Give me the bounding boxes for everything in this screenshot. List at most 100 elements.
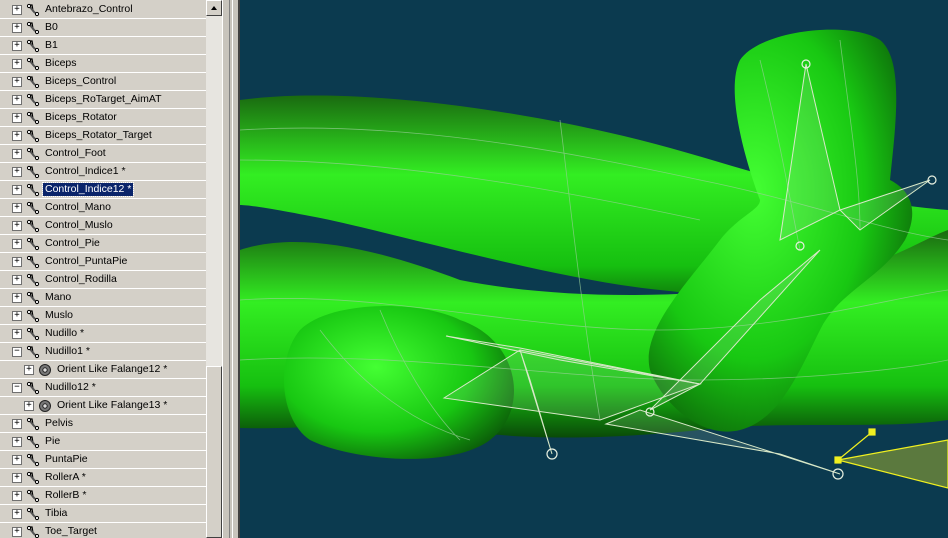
bone-node-icon	[26, 381, 40, 395]
tree-item[interactable]: + Pelvis	[0, 415, 206, 433]
tree-item[interactable]: + Control_Mano	[0, 199, 206, 217]
3d-viewport[interactable]	[240, 0, 948, 538]
bone-node-icon	[26, 219, 40, 233]
tree-item-label: Control_Rodilla	[45, 273, 117, 285]
expand-icon[interactable]: +	[12, 41, 22, 51]
expand-icon[interactable]: +	[12, 221, 22, 231]
expand-icon[interactable]: +	[12, 275, 22, 285]
tree-item[interactable]: + Mano	[0, 289, 206, 307]
bone-node-icon	[26, 3, 40, 17]
gear-icon	[39, 400, 51, 412]
expand-icon[interactable]: +	[12, 293, 22, 303]
expand-icon[interactable]: +	[12, 167, 22, 177]
tree-item[interactable]: + Control_Indice12 *	[0, 181, 206, 199]
tree-item[interactable]: + Orient Like Falange13 *	[0, 397, 206, 415]
bone-node-icon	[26, 147, 40, 161]
expand-icon[interactable]: +	[12, 311, 22, 321]
expand-icon[interactable]: +	[12, 257, 22, 267]
expand-icon[interactable]: +	[12, 185, 22, 195]
tree-item[interactable]: + Control_Pie	[0, 235, 206, 253]
tree-item[interactable]: + Biceps_RoTarget_AimAT	[0, 91, 206, 109]
bone-node-icon	[26, 453, 40, 467]
expand-icon[interactable]: +	[12, 5, 22, 15]
tree-item[interactable]: + Muslo	[0, 307, 206, 325]
collapse-icon[interactable]: −	[12, 383, 22, 393]
tree-item[interactable]: − Nudillo12 *	[0, 379, 206, 397]
collapse-icon[interactable]: −	[12, 347, 22, 357]
tree-item[interactable]: + RollerA *	[0, 469, 206, 487]
tree-item[interactable]: + Nudillo *	[0, 325, 206, 343]
tree-item[interactable]: + Orient Like Falange12 *	[0, 361, 206, 379]
expand-icon[interactable]: +	[12, 95, 22, 105]
bone-node-icon	[26, 255, 40, 269]
bone-node-icon	[26, 309, 40, 323]
expand-icon[interactable]: +	[12, 509, 22, 519]
panel-splitter[interactable]	[222, 0, 240, 538]
selected-bone	[834, 428, 948, 489]
tree-item[interactable]: − Nudillo1 *	[0, 343, 206, 361]
bone-node-icon	[26, 183, 40, 197]
expand-icon[interactable]: +	[12, 77, 22, 87]
tree-item[interactable]: + RollerB *	[0, 487, 206, 505]
tree-item[interactable]: + B0	[0, 19, 206, 37]
tree-item[interactable]: + Control_Foot	[0, 145, 206, 163]
expand-icon[interactable]: +	[12, 113, 22, 123]
tree-item-label: Control_PuntaPie	[45, 255, 128, 267]
bone-node-icon	[26, 291, 40, 305]
tree-item-label: B1	[45, 39, 58, 51]
expand-icon[interactable]: +	[12, 455, 22, 465]
tree-item[interactable]: + Antebrazo_Control	[0, 1, 206, 19]
tree-item[interactable]: + Control_Muslo	[0, 217, 206, 235]
expand-icon[interactable]: +	[12, 437, 22, 447]
tree-item[interactable]: + Biceps_Rotator	[0, 109, 206, 127]
tree-item[interactable]: + Toe_Target	[0, 523, 206, 538]
tree-item-label: Control_Indice1 *	[45, 165, 126, 177]
bone-node-icon	[26, 39, 40, 53]
tree-item-label: Biceps_Rotator_Target	[45, 129, 152, 141]
expand-icon[interactable]: +	[24, 401, 34, 411]
scroll-up-button[interactable]	[206, 0, 222, 16]
tree-item[interactable]: + Pie	[0, 433, 206, 451]
tree-item-label: Biceps_Rotator	[45, 111, 117, 123]
bone-node-icon	[26, 75, 40, 89]
expand-icon[interactable]: +	[24, 365, 34, 375]
bone-node-icon	[26, 417, 40, 431]
bone-node-icon	[26, 489, 40, 503]
tree-item[interactable]: + Biceps	[0, 55, 206, 73]
bone-node-icon	[26, 201, 40, 215]
expand-icon[interactable]: +	[12, 149, 22, 159]
tree-item-label: Biceps_Control	[45, 75, 117, 87]
tree-item[interactable]: + Tibia	[0, 505, 206, 523]
expand-icon[interactable]: +	[12, 23, 22, 33]
tree-item[interactable]: + B1	[0, 37, 206, 55]
tree-item[interactable]: + Biceps_Control	[0, 73, 206, 91]
expand-icon[interactable]: +	[12, 473, 22, 483]
tree-item-label: Tibia	[45, 507, 68, 519]
tree-item-label: B0	[45, 21, 58, 33]
tree-item-label: Biceps_RoTarget_AimAT	[45, 93, 162, 105]
tree-item-label: Biceps	[45, 57, 77, 69]
expand-icon[interactable]: +	[12, 203, 22, 213]
expand-icon[interactable]: +	[12, 491, 22, 501]
bone-node-icon	[26, 525, 40, 538]
expand-icon[interactable]: +	[12, 329, 22, 339]
tree-item[interactable]: + Control_Rodilla	[0, 271, 206, 289]
tree-item[interactable]: + PuntaPie	[0, 451, 206, 469]
scroll-thumb[interactable]	[206, 366, 222, 538]
outliner-scrollbar[interactable]	[206, 0, 222, 538]
tree-item[interactable]: + Control_Indice1 *	[0, 163, 206, 181]
bone-node-icon	[26, 435, 40, 449]
tree-item[interactable]: + Control_PuntaPie	[0, 253, 206, 271]
tree-item-label: Control_Pie	[45, 237, 100, 249]
expand-icon[interactable]: +	[12, 527, 22, 537]
expand-icon[interactable]: +	[12, 131, 22, 141]
expand-icon[interactable]: +	[12, 419, 22, 429]
tree-item-label: Orient Like Falange12 *	[57, 363, 168, 375]
expand-icon[interactable]: +	[12, 239, 22, 249]
expand-icon[interactable]: +	[12, 59, 22, 69]
tree-item-label: PuntaPie	[45, 453, 88, 465]
bone-node-icon	[26, 111, 40, 125]
bone-node-icon	[26, 129, 40, 143]
scene-canvas[interactable]	[240, 0, 948, 538]
tree-item[interactable]: + Biceps_Rotator_Target	[0, 127, 206, 145]
